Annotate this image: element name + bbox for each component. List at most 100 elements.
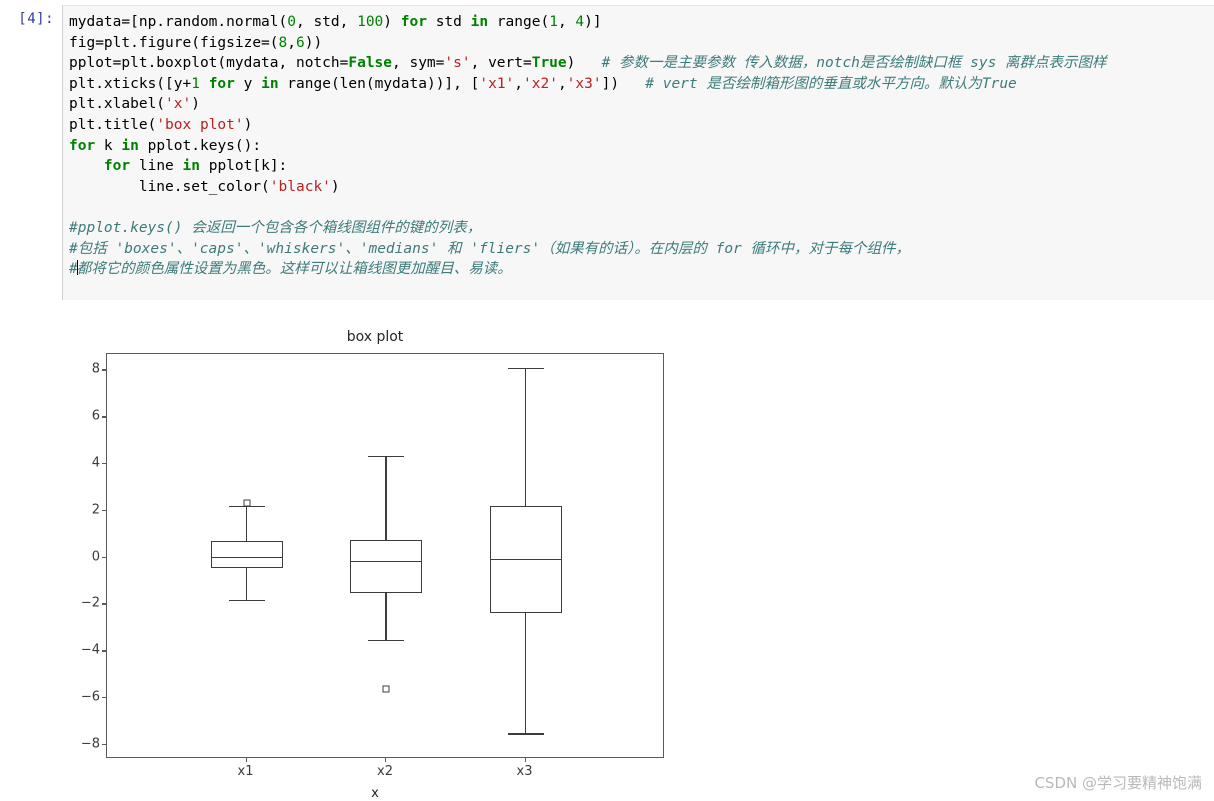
y-axis-tick-label: −4: [80, 642, 100, 658]
y-axis-tick-label: 0: [91, 549, 100, 565]
code-token-str: 'black': [269, 178, 331, 195]
code-token-plain: ,: [514, 75, 524, 92]
code-token-plain: std: [426, 14, 471, 30]
code-line: pplot=plt.boxplot(mydata, notch=False, s…: [69, 53, 1214, 74]
code-token-num: 100: [357, 14, 384, 30]
code-token-num: 6: [295, 34, 305, 51]
csdn-watermark: CSDN @学习要精神饱满: [1034, 774, 1202, 792]
boxplot-whisker-lower: [524, 612, 527, 734]
code-token-plain: ): [330, 178, 340, 195]
code-token-plain: ): [566, 55, 602, 72]
code-token-str: 's': [444, 55, 471, 72]
code-token-plain: pplot.keys():: [138, 137, 262, 154]
code-token-plain: mydata=[np.random.normal(: [69, 14, 288, 30]
code-token-plain: ): [243, 116, 253, 133]
code-token-cmt: # vert 是否绘制箱形图的垂直或水平方向。默认为True: [645, 75, 1017, 92]
code-token-plain: plt.xticks([y+: [69, 75, 192, 92]
code-token-kw: for: [400, 14, 427, 30]
code-token-kw: for: [208, 75, 235, 92]
code-token-plain: pplot=plt.boxplot(mydata, notch=: [69, 55, 349, 72]
code-token-plain: , sym=: [392, 55, 445, 72]
cell-prompt-text: [4]:: [18, 11, 54, 27]
x-axis-tick-mark: [245, 758, 247, 762]
code-token-num: 8: [278, 34, 288, 51]
code-token-plain: k: [95, 137, 122, 154]
x-axis-tick-mark: [524, 758, 526, 762]
code-line: fig=plt.figure(figsize=(8,6)): [69, 33, 1214, 54]
code-token-plain: plt.title(: [69, 116, 157, 133]
code-token-num: 0: [287, 14, 296, 30]
code-token-kw: for: [103, 158, 131, 175]
code-token-kw: in: [121, 137, 139, 154]
comment-line: #包括 'boxes'、'caps'、'whiskers'、'medians' …: [69, 240, 911, 257]
code-token-plain: line.set_color(: [69, 178, 270, 195]
code-line: line.set_color('black'): [69, 177, 1214, 198]
y-axis-tick-label: 2: [91, 502, 100, 518]
code-token-str: 'x2': [523, 75, 558, 92]
code-token-plain: ): [191, 96, 200, 113]
y-axis-tick-label: −8: [80, 736, 100, 752]
code-token-kw: in: [470, 14, 489, 30]
y-axis-tick-label: 4: [91, 455, 100, 471]
code-line: plt.xticks([y+1 for y in range(len(mydat…: [69, 74, 1214, 95]
x-axis-tick-label: x2: [377, 764, 393, 779]
chart-title: box plot: [346, 329, 404, 345]
code-token-plain: y: [234, 75, 262, 92]
code-token-plain: ]): [601, 75, 646, 92]
code-line: plt.xlabel('x'): [69, 94, 1214, 115]
code-token-cmt: # 参数一是主要参数 传入数据，notch是否绘制缺口框 sys 离群点表示图样: [601, 55, 1107, 72]
code-token-plain: range(len(mydata))], [: [278, 75, 480, 92]
code-line: plt.title('box plot'): [69, 115, 1214, 136]
code-token-str: 'x': [165, 96, 192, 113]
code-line: for line in pplot[k]:: [69, 156, 1214, 177]
y-axis-tick-label: 6: [91, 408, 100, 424]
y-axis-tick-mark: [102, 463, 106, 465]
code-line: for k in pplot.keys():: [69, 136, 1214, 157]
code-token-plain: , std,: [295, 14, 358, 30]
y-axis-tick-label: −6: [80, 689, 100, 705]
x-axis-tick-mark: [385, 758, 387, 762]
code-token-num: 1: [191, 75, 200, 92]
matplotlib-figure: box plot 8 6 4 2 0 −2 −4 −6 −8 x1 x2 x3 x: [45, 318, 705, 801]
comment-line: #都将它的颜色属性设置为黑色。这样可以让箱线图更加醒目、易读。: [69, 259, 1214, 280]
code-token-kw: in: [261, 75, 279, 92]
code-token-plain: , vert=: [470, 55, 532, 72]
code-token-bool: False: [348, 55, 393, 72]
code-token-plain: line: [130, 158, 183, 175]
code-token-num: 1: [549, 14, 558, 30]
code-token-plain: ,: [287, 34, 296, 51]
boxplot-group-x3: [107, 354, 663, 757]
notebook-input-cell: [4]: mydata=[np.random.normal(0, std, 10…: [0, 0, 1214, 305]
y-axis-tick-mark: [102, 650, 106, 652]
code-token-kw: for: [69, 137, 96, 154]
code-token-bool: True: [531, 55, 567, 72]
code-token-plain: ): [383, 14, 401, 30]
y-axis-tick-label: 8: [91, 361, 100, 377]
boxplot-cap-lower: [507, 733, 544, 735]
comment-text: 都将它的颜色属性设置为黑色。这样可以让箱线图更加醒目、易读。: [76, 261, 512, 278]
code-lines-container: mydata=[np.random.normal(0, std, 100) fo…: [69, 12, 1214, 197]
code-token-str: 'x1': [479, 75, 515, 92]
comment-lines-container: #pplot.keys() 会返回一个包含各个箱线图组件的键的列表， #包括 'b…: [69, 218, 1214, 280]
code-token-plain: fig=plt.figure(figsize=(: [69, 34, 279, 51]
chart-axes: [106, 353, 664, 758]
code-editor[interactable]: mydata=[np.random.normal(0, std, 100) fo…: [62, 5, 1214, 300]
y-axis-tick-mark: [102, 416, 106, 418]
code-token-kw: in: [182, 158, 200, 175]
code-token-plain: plt.xlabel(: [69, 96, 166, 113]
y-axis-tick-label: −2: [80, 595, 100, 611]
comment-line: #pplot.keys() 会返回一个包含各个箱线图组件的键的列表，: [69, 219, 482, 236]
chart-xlabel: x: [371, 786, 379, 801]
code-token-plain: ,: [557, 75, 567, 92]
y-axis-tick-mark: [102, 743, 106, 746]
code-token-str: 'x3': [566, 75, 602, 92]
code-token-plain: range(: [488, 14, 550, 30]
cell-prompt-label: [4]:: [2, 11, 54, 27]
y-axis-tick-mark: [102, 556, 106, 558]
code-token-num: 4: [575, 14, 585, 30]
boxplot-whisker-upper: [524, 368, 527, 507]
code-token-plain: pplot[k]:: [199, 158, 288, 175]
